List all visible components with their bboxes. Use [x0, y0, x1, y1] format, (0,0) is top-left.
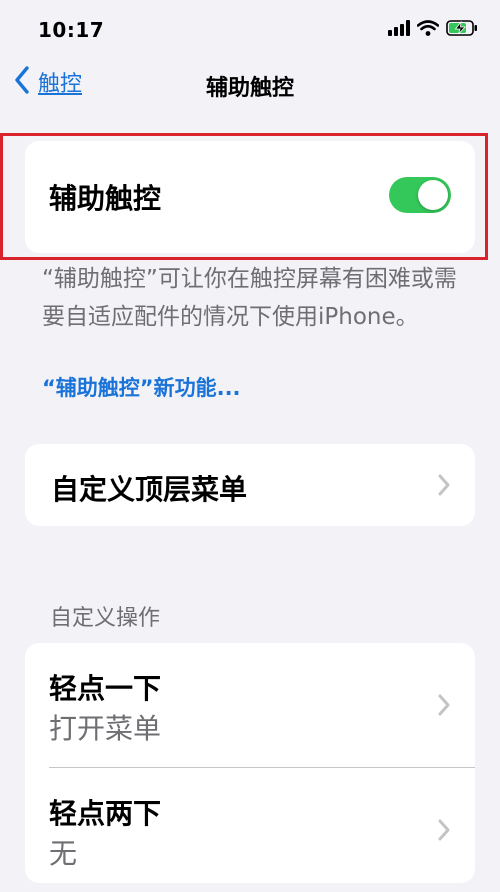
- chevron-right-icon: [437, 818, 451, 846]
- customize-top-level-menu-row[interactable]: 自定义顶层菜单: [25, 444, 475, 526]
- battery-charging-icon: [446, 20, 478, 40]
- new-features-link[interactable]: “辅助触控”新功能...: [42, 372, 241, 402]
- custom-actions-card: 轻点一下 打开菜单 轻点两下 无: [25, 643, 475, 883]
- custom-actions-header: 自定义操作: [50, 606, 161, 631]
- action-title: 轻点一下: [49, 672, 162, 705]
- status-bar: 10:17: [0, 0, 500, 56]
- status-time: 10:17: [38, 18, 105, 42]
- customize-top-level-menu-label: 自定义顶层菜单: [51, 473, 248, 506]
- page-title: 辅助触控: [205, 76, 294, 101]
- single-tap-row[interactable]: 轻点一下 打开菜单: [25, 643, 475, 768]
- action-title: 轻点两下: [49, 797, 162, 830]
- status-icons: [388, 20, 478, 40]
- chevron-right-icon: [437, 693, 451, 721]
- action-value: 打开菜单: [49, 712, 162, 745]
- navigation-bar: 触控 辅助触控: [0, 58, 500, 108]
- chevron-right-icon: [437, 473, 451, 501]
- wifi-icon: [416, 20, 440, 40]
- highlight-annotation-box: [0, 133, 488, 260]
- double-tap-row[interactable]: 轻点两下 无: [25, 768, 475, 892]
- cellular-signal-icon: [388, 20, 410, 40]
- action-value: 无: [49, 837, 78, 870]
- assistive-touch-description: “辅助触控”可让你在触控屏幕有困难或需要自适应配件的情况下使用iPhone。: [42, 266, 457, 330]
